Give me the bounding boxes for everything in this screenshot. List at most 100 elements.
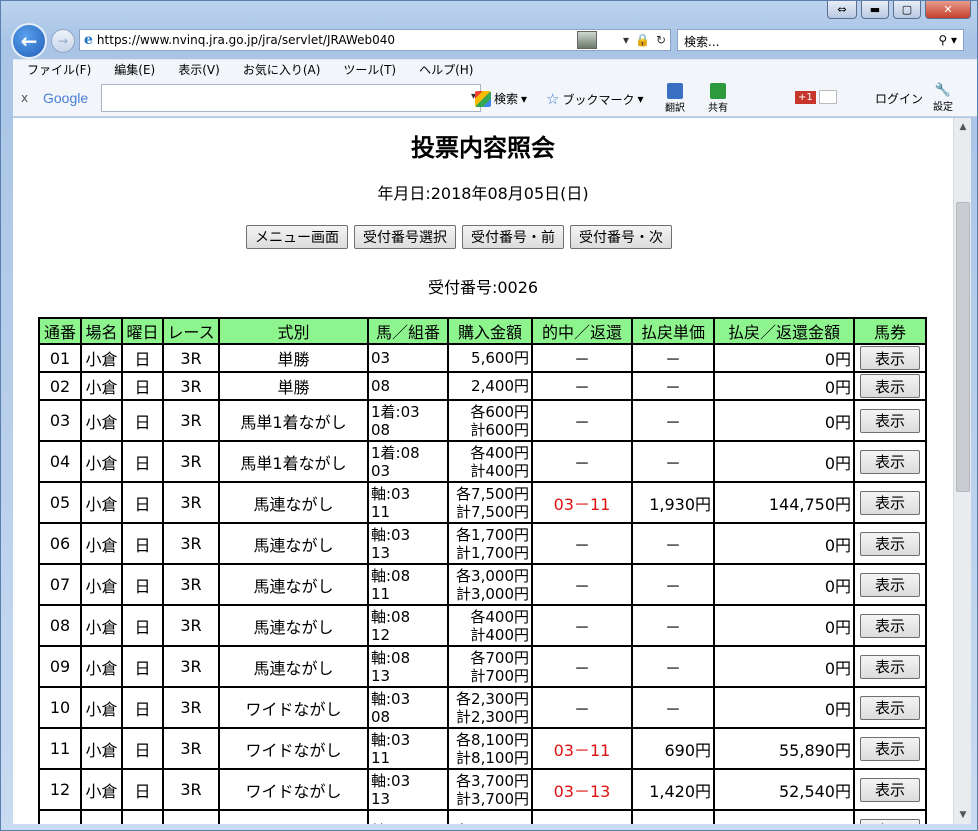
cell-payout: 0円 (713, 645, 855, 688)
show-ticket-button[interactable]: 表示 (860, 490, 920, 515)
menu-view[interactable]: 表示(V) (164, 61, 229, 78)
scroll-thumb[interactable] (956, 202, 970, 492)
amount-line: 各3,700円 (456, 771, 529, 790)
show-ticket-button[interactable]: 表示 (860, 736, 920, 761)
maximize-button[interactable]: ▢ (893, 1, 921, 19)
page-thumbnail-icon[interactable] (576, 31, 597, 49)
share-button[interactable]: 共有 (708, 83, 728, 114)
show-ticket-button[interactable]: 表示 (860, 695, 920, 720)
cell-race: 3R (162, 522, 220, 565)
lock-icon[interactable]: 🔒 (635, 33, 650, 47)
amount-line: 各400円 (470, 607, 529, 626)
cell-number: 10 (38, 686, 82, 729)
cell-number: 12 (38, 768, 82, 811)
cell-race: 3R (162, 809, 220, 824)
col-header: 曜日 (121, 317, 164, 345)
menu-bar: ファイル(F) 編集(E) 表示(V) お気に入り(A) ツール(T) ヘルプ(… (13, 59, 977, 79)
cell-unit-price: － (631, 645, 715, 688)
bookmark-button[interactable]: ☆ ブックマーク ▾ (546, 90, 644, 108)
cell-payout: 144,750円 (713, 481, 855, 524)
receipt-select-button[interactable]: 受付番号選択 (354, 225, 456, 249)
show-ticket-button[interactable]: 表示 (860, 818, 920, 824)
gplus-button[interactable]: +1 (795, 90, 837, 104)
vertical-scrollbar[interactable]: ▲ ▼ (953, 118, 971, 824)
show-ticket-button[interactable]: 表示 (860, 346, 920, 370)
table-row: 06 小倉日 3R 馬連ながし 軸:03 13 各1,700円 計1,700円－－ 0円 表示 (38, 522, 927, 565)
show-ticket-button[interactable]: 表示 (860, 572, 920, 597)
translate-button[interactable]: 翻訳 (665, 83, 685, 114)
cell-day: 日 (121, 809, 164, 824)
cell-race: 3R (162, 727, 220, 770)
cell-bet-type: 単勝 (218, 371, 369, 401)
menu-favorites[interactable]: お気に入り(A) (229, 61, 330, 78)
cell-ticket: 表示 (853, 563, 927, 606)
receipt-prev-button[interactable]: 受付番号・前 (462, 225, 564, 249)
dropdown-icon[interactable]: ▾ (623, 33, 629, 47)
cell-bet-type: 単勝 (218, 343, 369, 373)
show-ticket-button[interactable]: 表示 (860, 613, 920, 638)
cell-race: 3R (162, 343, 220, 373)
amount-line: 各8,100円 (456, 730, 529, 749)
url-text: https://www.nvinq.jra.go.jp/jra/servlet/… (96, 33, 395, 47)
cell-bet-type: 馬連ながし (218, 522, 369, 565)
combination-line: 1着:03 (371, 402, 420, 421)
menu-help[interactable]: ヘルプ(H) (405, 61, 482, 78)
amount-line: 計600円 (470, 420, 529, 439)
show-ticket-button[interactable]: 表示 (860, 374, 920, 398)
show-ticket-button[interactable]: 表示 (860, 654, 920, 679)
cell-day: 日 (121, 768, 164, 811)
page-viewport: 投票内容照会 年月日:2018年08月05日(日) メニュー画面 受付番号選択 … (13, 118, 953, 824)
cell-payout: 0円 (713, 686, 855, 729)
cell-hit: － (531, 686, 633, 729)
address-bar[interactable]: e https://www.nvinq.jra.go.jp/jra/servle… (79, 29, 671, 51)
google-search-input[interactable] (101, 84, 481, 112)
cell-bet-type: 馬単1着ながし (218, 440, 369, 483)
back-button[interactable]: ← (11, 23, 47, 59)
translate-label: 翻訳 (665, 103, 685, 114)
combination-line: 11 (371, 502, 391, 521)
restore-icon[interactable]: ⇔ (827, 1, 857, 19)
translate-icon (667, 83, 683, 99)
google-search-button[interactable]: 検索 ▾ (475, 90, 527, 107)
cell-day: 日 (121, 645, 164, 688)
refresh-icon[interactable]: ↻ (656, 33, 666, 47)
minimize-button[interactable]: ▬ (861, 1, 889, 19)
cell-ticket: 表示 (853, 768, 927, 811)
show-ticket-button[interactable]: 表示 (860, 777, 920, 802)
menu-file[interactable]: ファイル(F) (13, 61, 100, 78)
cell-venue: 小倉 (80, 481, 123, 524)
cell-venue: 小倉 (80, 809, 123, 824)
google-search-label: 検索 (494, 92, 519, 106)
browser-search-box[interactable]: 検索... ⚲ ▾ (677, 29, 964, 51)
cell-bet-type: ワイドながし (218, 768, 369, 811)
login-link[interactable]: ログイン (875, 90, 923, 107)
cell-race: 3R (162, 481, 220, 524)
show-ticket-button[interactable]: 表示 (860, 531, 920, 556)
table-row: 01 小倉日 3R 単勝 03 5,600円－－ 0円 表示 (38, 343, 927, 373)
cell-hit: － (531, 563, 633, 606)
cell-ticket: 表示 (853, 440, 927, 483)
forward-button[interactable]: → (51, 29, 75, 53)
receipt-next-button[interactable]: 受付番号・次 (570, 225, 672, 249)
show-ticket-button[interactable]: 表示 (860, 408, 920, 433)
scroll-up-icon[interactable]: ▲ (954, 118, 972, 136)
cell-day: 日 (121, 563, 164, 606)
scroll-down-icon[interactable]: ▼ (954, 806, 972, 824)
cell-hit: － (531, 604, 633, 647)
settings-button[interactable]: 🔧 設定 (933, 83, 953, 113)
close-button[interactable]: ✕ (925, 1, 971, 19)
toolbar-close-icon[interactable]: x (21, 91, 28, 105)
cell-ticket: 表示 (853, 686, 927, 729)
cell-day: 日 (121, 604, 164, 647)
show-ticket-button[interactable]: 表示 (860, 449, 920, 474)
amount-line: 計400円 (470, 625, 529, 644)
menu-screen-button[interactable]: メニュー画面 (246, 225, 348, 249)
search-icon[interactable]: ⚲ ▾ (938, 33, 957, 47)
cell-combination: 軸:08 13 (367, 645, 449, 688)
menu-tools[interactable]: ツール(T) (329, 61, 405, 78)
cell-venue: 小倉 (80, 563, 123, 606)
table-row: 11 小倉日 3R ワイドながし 軸:03 11 各8,100円 計8,100円 03－11 69… (38, 727, 927, 770)
cell-bet-type: 馬連ながし (218, 563, 369, 606)
cell-amount: 各400円 計400円 (447, 440, 533, 483)
menu-edit[interactable]: 編集(E) (100, 61, 164, 78)
